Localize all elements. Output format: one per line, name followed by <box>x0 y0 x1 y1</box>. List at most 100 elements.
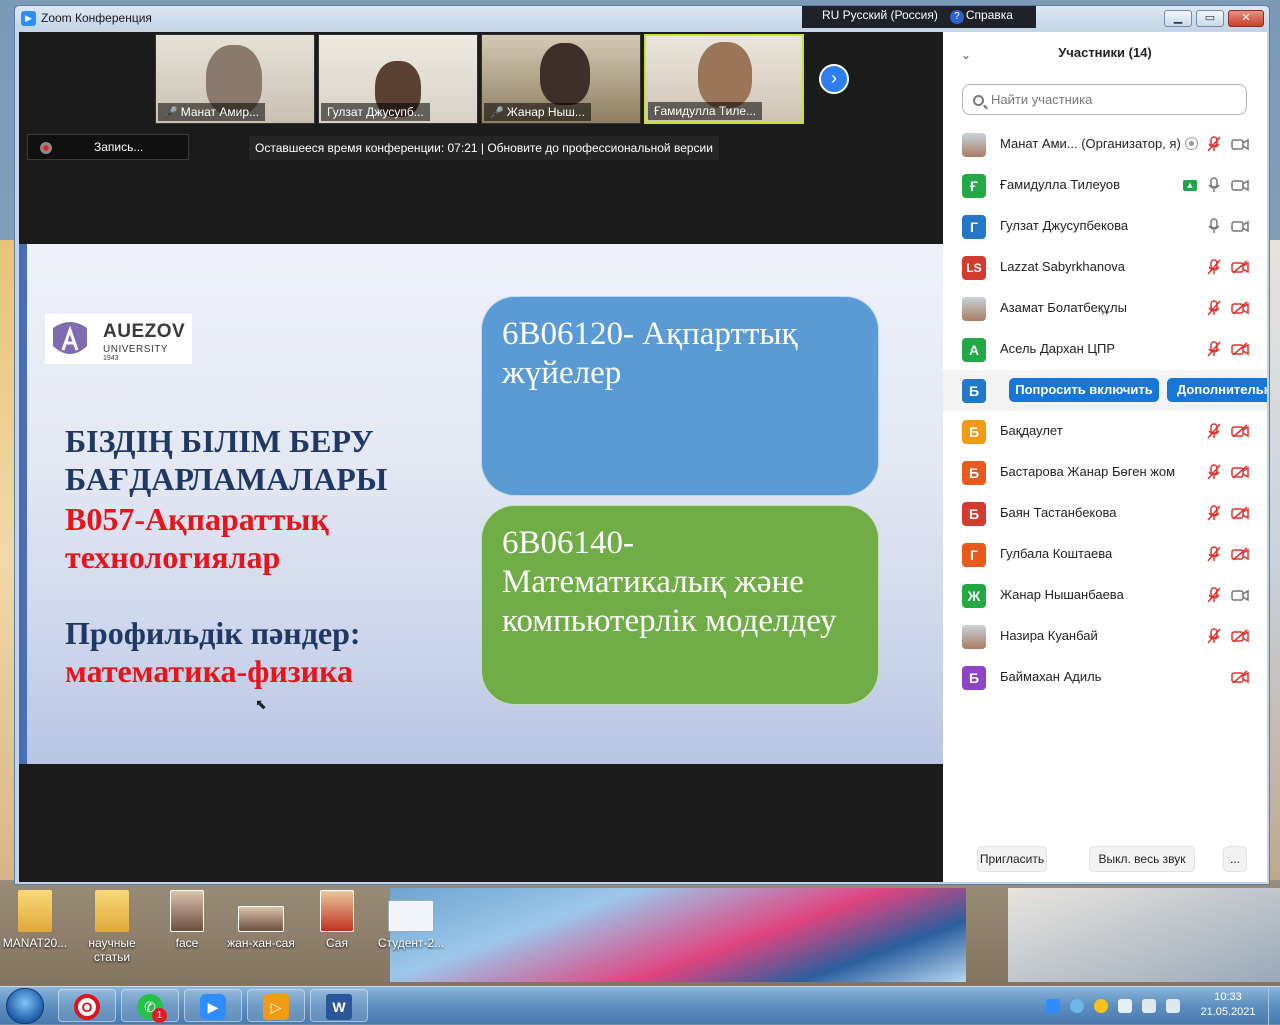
antivirus-icon[interactable] <box>1094 999 1108 1013</box>
participant-row[interactable]: Назира Куанбай <box>943 616 1267 657</box>
mic-muted-icon[interactable] <box>1207 587 1221 603</box>
taskbar-media-player[interactable]: ▷ <box>247 989 305 1022</box>
camera-off-icon[interactable] <box>1231 465 1249 479</box>
desktop-icon-photo[interactable]: жан-хан-сая <box>226 890 296 950</box>
minimize-button[interactable]: ▁ <box>1164 10 1192 27</box>
start-button[interactable] <box>6 988 44 1024</box>
mic-muted-icon[interactable] <box>1207 464 1221 480</box>
auezov-logo: AUEZOV UNIVERSITY 1943 <box>45 314 192 364</box>
mic-muted-icon[interactable] <box>1207 505 1221 521</box>
participant-row[interactable]: Б Бақдаулет <box>943 411 1267 452</box>
title-bar[interactable]: ▶ Zoom Конференция RU Русский (Россия)? С… <box>15 6 1269 31</box>
video-tile-4-active-speaker[interactable]: Ғамидулла Тиле... <box>644 34 804 124</box>
zoom-tray-icon[interactable] <box>1046 999 1060 1013</box>
participant-row[interactable]: Г Гулзат Джусупбекова <box>943 206 1267 247</box>
network-icon[interactable] <box>1142 999 1156 1013</box>
participant-row[interactable]: Б Бастарова Жанар Бөген жом <box>943 452 1267 493</box>
camera-off-icon[interactable] <box>1231 670 1249 684</box>
camera-off-icon[interactable] <box>1231 301 1249 315</box>
clock[interactable]: 10:33 21.05.2021 <box>1196 990 1260 1020</box>
mic-muted-icon[interactable] <box>1207 300 1221 316</box>
mic-icon[interactable] <box>1207 177 1221 193</box>
video-tile-3[interactable]: 🎤 Жанар Ныш... <box>481 34 641 124</box>
maximize-button[interactable]: ▭ <box>1196 10 1224 27</box>
slide-edge <box>19 244 27 764</box>
taskbar-opera[interactable]: O <box>58 989 116 1022</box>
video-tile-1[interactable]: 🎤 Манат Амир... <box>155 34 315 124</box>
participant-row[interactable]: Б Попросить включить Дополнительно <box>943 370 1267 411</box>
mic-muted-icon[interactable] <box>1207 628 1221 644</box>
camera-off-icon[interactable] <box>1231 342 1249 356</box>
show-desktop-button[interactable] <box>1268 987 1280 1025</box>
mute-all-button[interactable]: Выкл. весь звук <box>1089 846 1195 872</box>
mic-muted-icon: 🎤 <box>490 107 504 119</box>
volume-icon[interactable] <box>1166 999 1180 1013</box>
participant-row[interactable]: Азамат Болатбеқұлы <box>943 288 1267 329</box>
participant-avatar <box>962 133 986 157</box>
network-signal-icon[interactable] <box>1070 999 1084 1013</box>
participant-name: Ғамидулла Тилеуов <box>1000 177 1121 192</box>
participant-row[interactable]: Б Баян Тастанбекова <box>943 493 1267 534</box>
video-name: Гулзат Джусупб... <box>327 105 424 119</box>
participant-row[interactable]: Ж Жанар Нышанбаева <box>943 575 1267 616</box>
participant-row[interactable]: А Асель Дархан ЦПР <box>943 329 1267 370</box>
taskbar-zoom[interactable]: ▶ <box>184 989 242 1022</box>
mouse-cursor-icon: ⬉ <box>255 696 267 712</box>
desktop-icon-folder[interactable]: MANAT20... <box>0 890 70 950</box>
taskbar-whatsapp[interactable]: ✆ 1 <box>121 989 179 1023</box>
help-label[interactable]: Справка <box>966 8 1013 22</box>
participant-row[interactable]: LS Lazzat Sabyrkhanova <box>943 247 1267 288</box>
search-icon <box>973 95 984 106</box>
help-icon[interactable]: ? <box>949 10 964 24</box>
screen-share-icon: ▲ <box>1183 180 1197 191</box>
participant-row[interactable]: Манат Ами... (Организатор, я) <box>943 124 1267 165</box>
camera-icon[interactable] <box>1231 178 1249 192</box>
desktop-icon-photo[interactable]: Сая <box>302 890 372 950</box>
participants-panel: ⌄ Участники (14) Найти участника Манат А… <box>943 32 1267 882</box>
close-button[interactable]: ✕ <box>1228 10 1264 27</box>
invite-button[interactable]: Пригласить <box>977 846 1047 872</box>
ask-to-unmute-button[interactable]: Попросить включить <box>1009 378 1159 402</box>
camera-icon[interactable] <box>1231 588 1249 602</box>
mic-icon[interactable] <box>1207 218 1221 234</box>
recording-indicator[interactable]: Запись... <box>27 134 189 160</box>
more-button[interactable]: Дополнительно <box>1167 378 1267 402</box>
camera-icon[interactable] <box>1231 137 1249 151</box>
participant-avatar: Г <box>962 543 986 567</box>
language-label[interactable]: RU Русский (Россия) <box>822 8 938 22</box>
participant-row[interactable]: Б Баймахан Адиль <box>943 657 1267 698</box>
camera-off-icon[interactable] <box>1231 547 1249 561</box>
mic-muted-icon[interactable] <box>1207 423 1221 439</box>
participant-avatar: LS <box>962 256 986 280</box>
mic-muted-icon[interactable] <box>1207 259 1221 275</box>
record-icon <box>40 142 52 154</box>
desktop-icon-folder[interactable]: научные статьи <box>77 890 147 964</box>
desktop-icon-label: жан-хан-сая <box>227 936 295 950</box>
language-bar[interactable]: RU Русский (Россия)? Справка <box>802 6 1036 28</box>
camera-off-icon[interactable] <box>1231 424 1249 438</box>
camera-icon[interactable] <box>1231 219 1249 233</box>
camera-off-icon[interactable] <box>1231 260 1249 274</box>
mic-muted-icon[interactable] <box>1207 341 1221 357</box>
profile-value: математика-физика <box>65 653 354 689</box>
participant-avatar: Ж <box>962 584 986 608</box>
action-center-flag-icon[interactable] <box>1118 999 1132 1013</box>
heading-line-2: БАҒДАРЛАМАЛАРЫ <box>65 461 388 497</box>
desktop-icon-photo[interactable]: face <box>152 890 222 950</box>
camera-off-icon[interactable] <box>1231 506 1249 520</box>
participant-row[interactable]: Г Гулбала Коштаева <box>943 534 1267 575</box>
more-options-button[interactable]: ... <box>1223 846 1247 872</box>
image-file-icon <box>320 890 354 932</box>
video-tile-2[interactable]: Гулзат Джусупб... <box>318 34 478 124</box>
desktop-icon-document[interactable]: Студент-2... <box>376 890 446 950</box>
meeting-time-notice[interactable]: Оставшееся время конференции: 07:21 | Об… <box>249 136 719 160</box>
word-icon: W <box>326 994 352 1020</box>
mic-muted-icon[interactable] <box>1207 136 1221 152</box>
participant-row[interactable]: Ғ Ғамидулла Тилеуов ▲ <box>943 165 1267 206</box>
mic-muted-icon[interactable] <box>1207 546 1221 562</box>
camera-off-icon[interactable] <box>1231 629 1249 643</box>
next-videos-button[interactable]: › <box>819 64 849 94</box>
participant-search-input[interactable]: Найти участника <box>962 84 1247 115</box>
participant-name: Гулбала Коштаева <box>1000 546 1113 561</box>
taskbar-word[interactable]: W <box>310 989 368 1022</box>
